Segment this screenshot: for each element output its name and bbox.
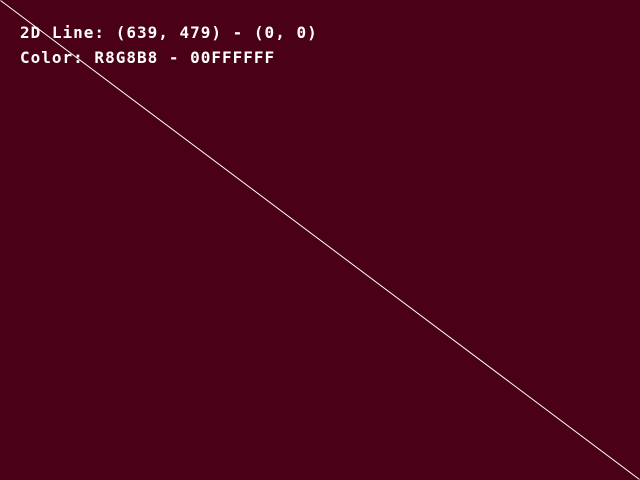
line-coordinates-label: 2D Line: (639, 479) - (0, 0)	[20, 23, 318, 42]
diagonal-line	[0, 0, 640, 480]
render-screen: 2D Line: (639, 479) - (0, 0) Color: R8G8…	[0, 0, 640, 480]
color-format-label: Color: R8G8B8 - 00FFFFFF	[20, 48, 276, 67]
line-canvas	[0, 0, 640, 480]
